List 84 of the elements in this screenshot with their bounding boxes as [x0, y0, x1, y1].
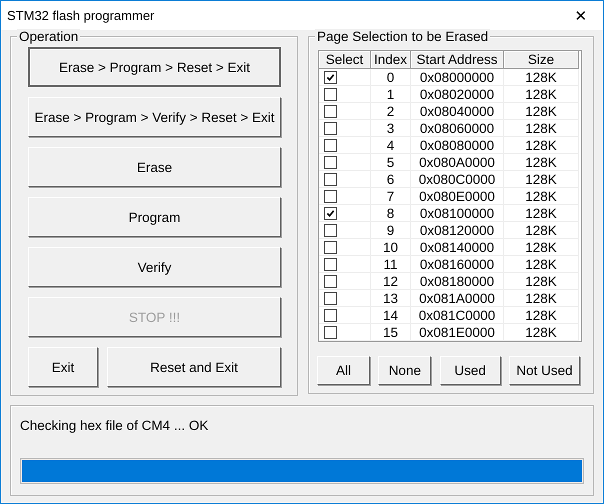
table-cell: 12 [371, 273, 411, 290]
table-cell: 0x08040000 [411, 103, 504, 120]
table-cell: 0x08080000 [411, 137, 504, 154]
checkbox[interactable] [324, 258, 337, 270]
table-cell: 10 [371, 239, 411, 256]
table-cell: 0x081A0000 [411, 290, 504, 307]
table-cell: 128K [504, 86, 579, 103]
checkbox[interactable] [324, 172, 337, 186]
table-cell: 128K [504, 273, 579, 290]
table-cell: 0x08140000 [411, 239, 504, 256]
table-cell: 0x080E0000 [411, 188, 504, 205]
column-header[interactable]: Select [319, 51, 371, 69]
table-cell: 2 [371, 103, 411, 120]
table-cell: 128K [504, 154, 579, 171]
table-cell: 128K [504, 137, 579, 154]
table-cell: 14 [371, 307, 411, 324]
checkbox[interactable] [324, 240, 337, 254]
table-cell: 128K [504, 120, 579, 137]
table-cell: 128K [504, 69, 579, 86]
table-cell: 128K [504, 171, 579, 188]
close-button[interactable]: ✕ [559, 1, 603, 30]
table-cell: 128K [504, 239, 579, 256]
checkbox[interactable] [324, 326, 337, 338]
table-cell: 8 [371, 205, 411, 222]
table-cell: 13 [371, 290, 411, 307]
table-cell: 0x08100000 [411, 205, 504, 222]
checkbox[interactable] [324, 88, 337, 100]
table-cell: 0 [371, 69, 411, 86]
group-title: Operation [17, 29, 80, 44]
table-cell: 1 [371, 86, 411, 103]
status-message: Checking hex file of CM4 ... OK [20, 418, 210, 434]
checkbox[interactable] [324, 156, 337, 168]
checkbox[interactable] [324, 224, 337, 236]
operation-button[interactable]: Program [28, 197, 281, 237]
column-header[interactable]: Start Address [411, 51, 504, 69]
table-cell: 15 [371, 324, 411, 341]
table-cell: 6 [371, 171, 411, 188]
table-cell: 0x081E0000 [411, 324, 504, 341]
selection-button[interactable]: Not Used [508, 356, 580, 385]
window-title: STM32 flash programmer [7, 8, 154, 23]
selection-button[interactable]: Used [440, 356, 501, 385]
table-cell: 128K [504, 103, 579, 120]
table-cell: 0x080C0000 [411, 171, 504, 188]
checkbox[interactable] [324, 274, 337, 288]
operation-button[interactable]: Erase > Program > Verify > Reset > Exit [28, 97, 281, 137]
table-cell: 5 [371, 154, 411, 171]
table-cell: 0x080A0000 [411, 154, 504, 171]
table-cell: 128K [504, 188, 579, 205]
operation-button[interactable]: Erase > Program > Reset > Exit [28, 47, 281, 87]
checkbox[interactable] [324, 138, 337, 152]
column-header[interactable]: Index [371, 51, 411, 69]
table-cell: 0x08000000 [411, 69, 504, 86]
exit-button[interactable]: Exit [28, 347, 98, 387]
table-cell: 0x08160000 [411, 256, 504, 273]
table-cell: 0x08020000 [411, 86, 504, 103]
table-cell: 0x08120000 [411, 222, 504, 239]
checkbox[interactable] [324, 122, 337, 134]
table-cell: 128K [504, 290, 579, 307]
table-cell: 128K [504, 256, 579, 273]
checkbox[interactable] [324, 190, 337, 202]
checkbox[interactable] [324, 104, 337, 118]
table-cell: 128K [504, 307, 579, 324]
table-cell: 7 [371, 188, 411, 205]
checkbox[interactable] [324, 70, 337, 84]
checkbox[interactable] [324, 292, 337, 304]
table-cell: 128K [504, 222, 579, 239]
table-cell: 0x08060000 [411, 120, 504, 137]
table-cell: 3 [371, 120, 411, 137]
selection-button[interactable]: All [317, 356, 370, 385]
selection-button[interactable]: None [378, 356, 432, 385]
table-cell: 4 [371, 137, 411, 154]
table-cell: 11 [371, 256, 411, 273]
operation-button[interactable]: Erase [28, 147, 281, 187]
reset-exit-button[interactable]: Reset and Exit [107, 347, 281, 387]
checkbox[interactable] [324, 206, 337, 220]
table-cell: 128K [504, 205, 579, 222]
table-cell: 128K [504, 324, 579, 341]
table-cell: 0x08180000 [411, 273, 504, 290]
operation-button[interactable]: Verify [28, 247, 281, 287]
column-header[interactable]: Size [504, 51, 579, 69]
table-cell: 0x081C0000 [411, 307, 504, 324]
group-title: Page Selection to be Erased [315, 29, 490, 44]
table-cell: 9 [371, 222, 411, 239]
checkbox[interactable] [324, 308, 337, 322]
